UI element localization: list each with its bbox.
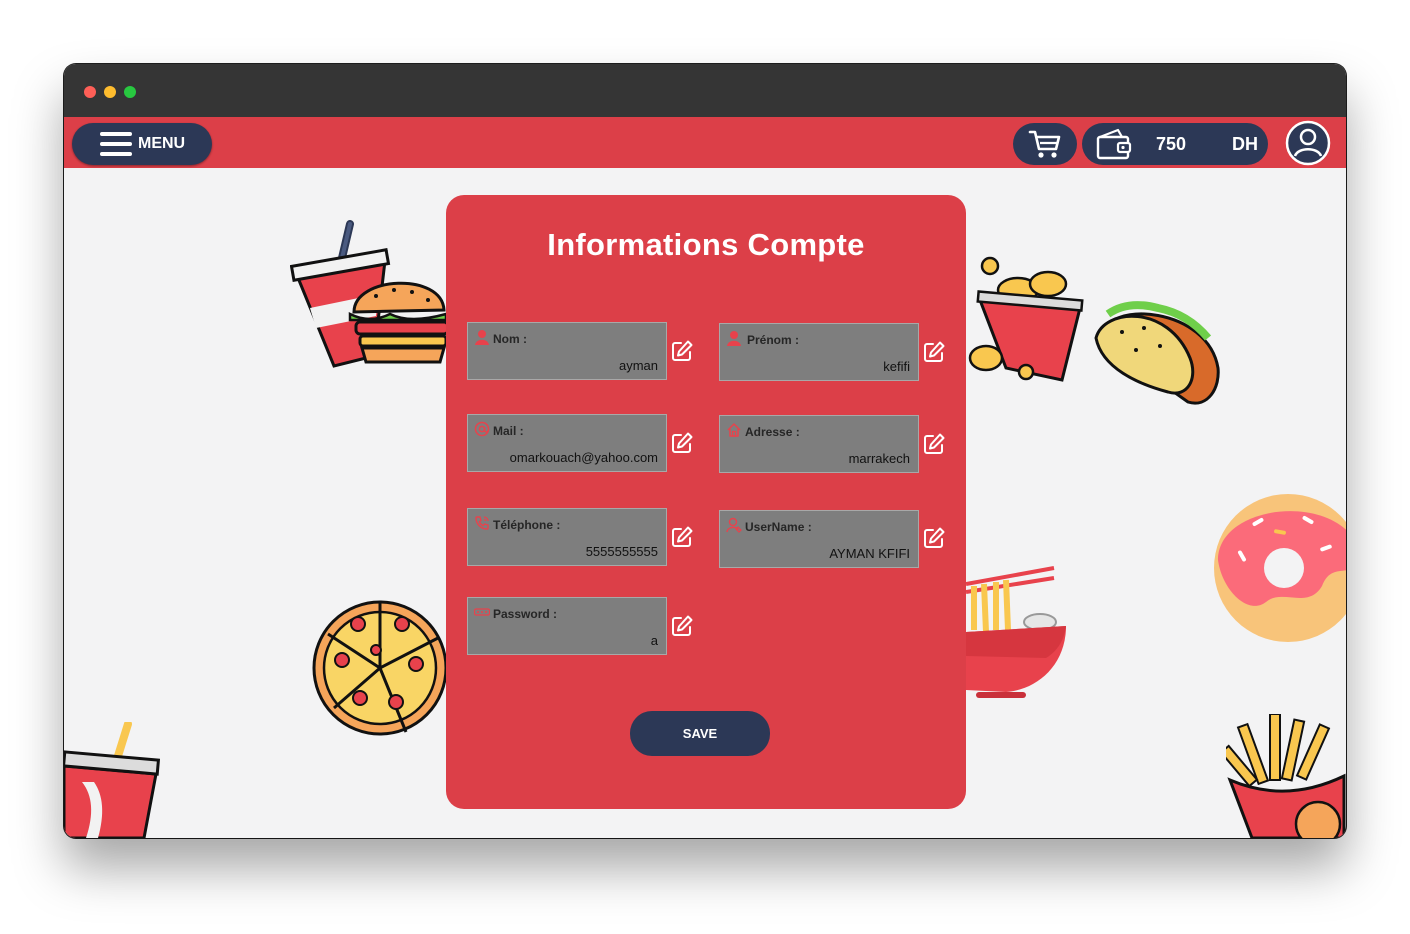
mail-value: omarkouach@yahoo.com: [509, 450, 658, 465]
user-outline-icon: [726, 517, 742, 533]
at-icon: [474, 421, 490, 437]
soda-cup-illustration: [64, 722, 160, 838]
edit-password-icon[interactable]: [670, 614, 694, 638]
menu-button[interactable]: MENU: [72, 123, 212, 165]
page-content: Informations Compte Nom : ayman Prénom :: [64, 168, 1346, 838]
save-button[interactable]: SAVE: [630, 711, 770, 756]
password-icon: [474, 608, 490, 616]
username-label: UserName :: [745, 520, 812, 534]
fried-chicken-illustration: [968, 256, 1084, 382]
minimize-window-button[interactable]: [104, 86, 116, 98]
menu-label: MENU: [138, 135, 186, 152]
donut-illustration: [1214, 494, 1346, 642]
cart-button[interactable]: [1013, 123, 1077, 165]
prenom-value: kefifi: [883, 359, 910, 374]
edit-adresse-icon[interactable]: [922, 432, 946, 456]
user-circle-icon: [1285, 120, 1331, 166]
wallet-currency: DH: [1232, 134, 1258, 154]
hamburger-icon: [100, 132, 132, 156]
maximize-window-button[interactable]: [124, 86, 136, 98]
edit-telephone-icon[interactable]: [670, 525, 694, 549]
password-value: a: [650, 633, 658, 648]
edit-mail-icon[interactable]: [670, 431, 694, 455]
close-window-button[interactable]: [84, 86, 96, 98]
taco-illustration: [1094, 301, 1220, 405]
soda-burger-illustration: [290, 220, 450, 368]
wallet-amount: 750: [1156, 134, 1187, 154]
adresse-label: Adresse :: [745, 425, 800, 439]
mail-field[interactable]: Mail : omarkouach@yahoo.com: [467, 414, 667, 472]
cart-icon: [1028, 130, 1061, 158]
prenom-label: Prénom :: [747, 333, 800, 347]
telephone-value: 5555555555: [585, 544, 658, 559]
wallet-icon: [1096, 128, 1132, 160]
username-value: AYMAN KFIFI: [829, 546, 910, 561]
password-field[interactable]: Password : a: [467, 597, 667, 655]
noodle-bowl-illustration: [966, 566, 1066, 698]
prenom-field[interactable]: Prénom : kefifi: [719, 323, 919, 381]
username-field[interactable]: UserName : AYMAN KFIFI: [719, 510, 919, 568]
french-fries-illustration: [1226, 714, 1346, 838]
nom-label: Nom :: [493, 332, 527, 346]
telephone-label: Téléphone :: [493, 518, 561, 532]
window-titlebar: [64, 64, 1346, 117]
password-label: Password :: [493, 607, 558, 621]
browser-window: MENU 750 DH Informations Compte Nom: ay…: [64, 64, 1346, 838]
edit-prenom-icon[interactable]: [922, 340, 946, 364]
wallet-balance[interactable]: 750 DH: [1082, 123, 1268, 165]
adresse-field[interactable]: Adresse : marrakech: [719, 415, 919, 473]
user-icon: [727, 331, 741, 346]
profile-button[interactable]: [1284, 120, 1332, 166]
account-info-card: Informations Compte Nom : ayman Prénom :: [446, 195, 966, 809]
pizza-illustration: [312, 600, 448, 736]
nom-value: ayman: [618, 358, 658, 373]
page-title: Informations Compte: [547, 227, 865, 262]
telephone-field[interactable]: Téléphone : 5555555555: [467, 508, 667, 566]
home-icon: [727, 423, 741, 437]
mail-label: Mail :: [493, 424, 524, 438]
user-icon: [475, 330, 489, 345]
adresse-value: marrakech: [848, 451, 910, 466]
edit-username-icon[interactable]: [922, 526, 946, 550]
top-navbar: MENU 750 DH: [64, 117, 1346, 168]
phone-icon: [475, 516, 489, 530]
edit-nom-icon[interactable]: [670, 339, 694, 363]
nom-field[interactable]: Nom : ayman: [467, 322, 667, 380]
